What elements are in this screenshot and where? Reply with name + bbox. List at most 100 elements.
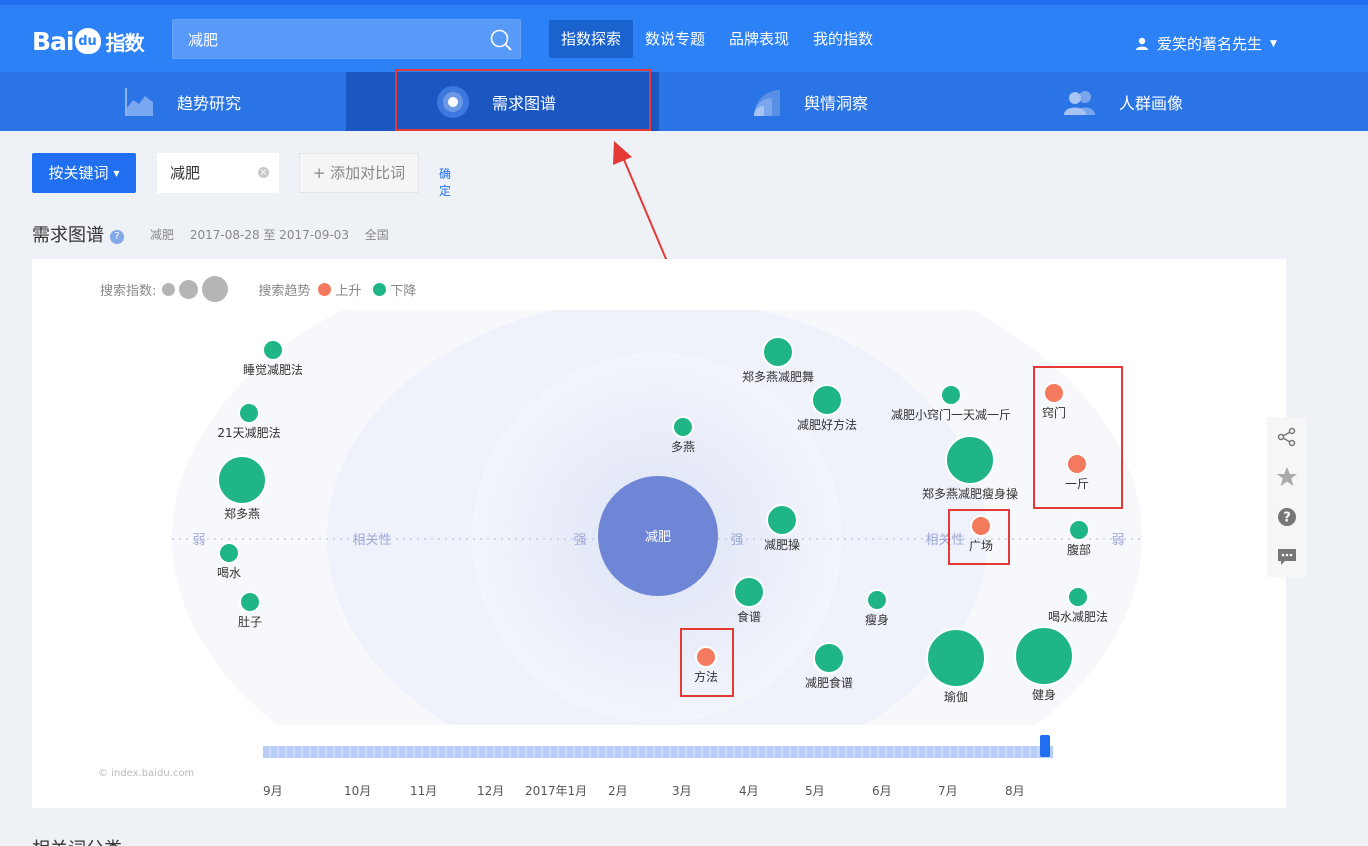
keyword-mode-button[interactable]: 按关键词 ▼ [32, 153, 136, 193]
timeline-month-label: 8月 [1005, 784, 1025, 798]
keyword-node-label: 21天减肥法 [217, 426, 280, 440]
help-circle-icon[interactable]: ? [1267, 497, 1307, 537]
legend-search-index-label: 搜索指数: [100, 283, 157, 299]
keyword-node-label: 减肥好方法 [797, 417, 857, 432]
keyword-node-label: 食谱 [737, 609, 761, 624]
timeline-month-label: 4月 [739, 784, 759, 798]
keyword-node-label: 郑多燕减肥瘦身操 [922, 486, 1018, 501]
keyword-node[interactable] [239, 591, 261, 613]
chevron-down-icon: ▼ [1270, 38, 1277, 49]
user-menu[interactable]: 爱笑的著名先生 ▼ [1135, 33, 1277, 54]
keyword-node[interactable] [926, 628, 986, 688]
timeline-month-label: 12月 [477, 784, 505, 798]
legend-up-dot [318, 282, 332, 296]
star-icon[interactable] [1267, 457, 1307, 497]
keyword-node-label: 减肥食谱 [805, 675, 853, 690]
keyword-node[interactable] [1067, 586, 1089, 608]
keyword-node-label: 腹部 [1067, 542, 1091, 557]
keyword-node[interactable] [866, 589, 888, 611]
timeline-month-label: 9月 [263, 784, 283, 798]
legend-down-label: 下降 [390, 283, 417, 299]
highlight-box-fangfa [680, 628, 734, 697]
top-bar: Bai du 指数 指数探索 数说专题 品牌表现 我的指数 爱笑的著名先生 ▼ [0, 0, 1368, 72]
timeline-month-label: 11月 [410, 784, 438, 798]
highlight-box-guangchang [948, 509, 1010, 565]
timeline-slider[interactable] [263, 746, 1053, 758]
keyword-node[interactable] [733, 576, 765, 608]
confirm-link[interactable]: 确定 [439, 165, 451, 199]
logo-du: du [78, 34, 97, 49]
logo-text: Bai [32, 26, 74, 56]
clear-keyword-icon[interactable]: × [258, 167, 269, 178]
keyword-node-label: 睡觉减肥法 [243, 363, 303, 377]
nav-my-index[interactable]: 我的指数 [801, 20, 885, 58]
paw-icon: du [74, 28, 101, 54]
keyword-node[interactable] [766, 504, 798, 536]
keyword-node[interactable] [1068, 519, 1090, 541]
add-compare-label: 添加对比词 [330, 164, 406, 182]
nav-index-explore[interactable]: 指数探索 [549, 20, 634, 58]
keyword-input[interactable]: 减肥 × [157, 153, 279, 193]
search-input[interactable] [173, 20, 473, 58]
keyword-value: 减肥 [170, 164, 201, 182]
username: 爱笑的著名先生 [1157, 35, 1263, 53]
keyword-node-label: 瑜伽 [944, 689, 968, 704]
keyword-node-label: 多燕 [671, 440, 695, 454]
timeline-month-label: 2月 [608, 784, 628, 798]
keyword-node-label: 肚子 [238, 614, 262, 629]
help-icon[interactable]: ? [110, 230, 124, 244]
keyword-node-label: 瘦身 [865, 612, 889, 627]
keyword-node[interactable] [945, 435, 995, 485]
feedback-icon[interactable] [1267, 537, 1307, 577]
legend-size-medium [179, 279, 199, 299]
side-toolbar: ? [1267, 417, 1307, 577]
user-group-icon [1064, 90, 1095, 115]
keyword-node-label: 减肥操 [764, 537, 800, 552]
logo-zh: 指数 [105, 30, 145, 55]
keyword-node[interactable] [217, 455, 267, 505]
keyword-node[interactable] [672, 416, 694, 438]
axis-label-strong: 强 [730, 533, 743, 548]
axis-label-weak: 弱 [1111, 533, 1124, 548]
keyword-node[interactable] [262, 339, 284, 361]
timeline-handle[interactable] [1040, 735, 1050, 757]
keyword-node-label: 郑多燕 [224, 506, 260, 521]
next-section-title: 相关词分类 [32, 835, 122, 846]
section-meta: 减肥 2017-08-28 至 2017-09-03 全国 [150, 226, 401, 243]
section-title-text: 需求图谱 [32, 225, 104, 246]
sentiment-signal-icon [754, 89, 780, 116]
tab-label: 人群画像 [1119, 93, 1184, 113]
keyword-node[interactable] [218, 542, 240, 564]
search-icon[interactable] [490, 29, 512, 51]
tab-user-portrait[interactable]: 人群画像 [973, 72, 1286, 131]
timeline-month-label: 6月 [872, 784, 892, 798]
meta-date-range: 2017-08-28 至 2017-09-03 [189, 228, 349, 242]
section-title: 需求图谱? [32, 221, 124, 247]
timeline-month-label: 3月 [672, 784, 692, 798]
timeline-month-label: 5月 [805, 784, 825, 798]
keyword-node[interactable] [813, 642, 845, 674]
nav-brand-performance[interactable]: 品牌表现 [717, 20, 801, 58]
tab-trend-research[interactable]: 趋势研究 [33, 72, 346, 131]
share-icon[interactable] [1267, 417, 1307, 457]
axis-label-strong: 强 [573, 533, 586, 548]
trend-chart-icon [125, 87, 153, 116]
meta-region: 全国 [364, 228, 389, 242]
baidu-index-logo[interactable]: Bai du 指数 [32, 23, 145, 59]
keyword-mode-label: 按关键词 [48, 164, 109, 182]
timeline-month-label: 7月 [938, 784, 958, 798]
keyword-node[interactable] [940, 384, 962, 406]
keyword-node-label: 减肥小窍门一天减一斤 [891, 407, 1011, 422]
keyword-node[interactable] [1014, 626, 1074, 686]
keyword-node[interactable] [238, 402, 260, 424]
keyword-node[interactable] [762, 336, 794, 368]
add-compare-button[interactable]: + 添加对比词 [299, 153, 419, 193]
center-node-label: 减肥 [645, 530, 671, 545]
keyword-node-label: 喝水减肥法 [1048, 610, 1108, 624]
svg-text:?: ? [1283, 511, 1291, 526]
tab-sentiment[interactable]: 舆情洞察 [660, 72, 973, 131]
keyword-node[interactable] [811, 384, 843, 416]
legend: 搜索指数: 搜索趋势 上升 下降 [100, 276, 416, 302]
nav-data-topics[interactable]: 数说专题 [633, 20, 717, 58]
meta-keyword: 减肥 [150, 228, 175, 242]
